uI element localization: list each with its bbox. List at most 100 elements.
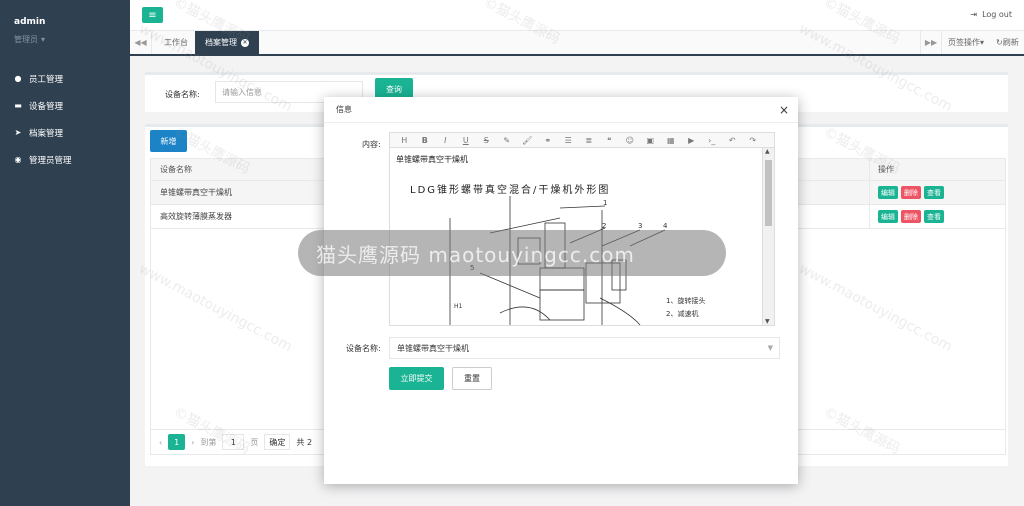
undo-icon[interactable]: ↶ — [722, 136, 743, 145]
sign-out-icon: ⇥ — [970, 10, 978, 19]
delete-button[interactable]: 删除 — [901, 186, 921, 199]
close-icon[interactable]: ✕ — [241, 38, 249, 47]
device-name-label: 设备名称: — [346, 344, 381, 353]
chevron-down-icon: ▼ — [767, 344, 773, 352]
refresh-button[interactable]: ↻ 刷新 — [996, 31, 1019, 54]
bold-icon[interactable]: B — [415, 136, 436, 145]
sidebar-item-label: 管理员管理 — [29, 155, 72, 166]
logout-label: Log out — [982, 10, 1012, 19]
sidebar-item-label: 档案管理 — [29, 128, 64, 139]
page-confirm-button[interactable]: 确定 — [264, 434, 291, 450]
sidebar-user: admin 管理员 ▾ — [0, 0, 130, 45]
figure-number: 1 — [603, 199, 607, 207]
modal-header: 信息 × — [324, 97, 798, 123]
editor-scrollbar[interactable]: ▲ ▼ — [762, 148, 774, 325]
tab-archives[interactable]: 档案管理 ✕ — [195, 31, 259, 54]
sidebar-item-staff[interactable]: ● 员工管理 — [0, 65, 130, 92]
align-icon[interactable]: ≣ — [579, 136, 600, 145]
figure-number: 4 — [663, 222, 668, 230]
list-icon[interactable]: ☰ — [558, 136, 579, 145]
redo-icon[interactable]: ↷ — [743, 136, 764, 145]
send-icon: ➤ — [14, 128, 22, 137]
info-modal: 信息 × 内容: H B I U S ✎ 🖌 ⚭ ☰ ≣ ❝ ☺ ▣ ▦ ▶ ›… — [324, 97, 798, 484]
prev-page-icon[interactable]: ‹ — [159, 438, 162, 447]
tabs-bar: ◀◀ 工作台 档案管理 ✕ ▶▶ 页签操作 ▾ ↻ 刷新 — [130, 31, 1024, 56]
page-unit: 页 — [250, 437, 259, 447]
add-button[interactable]: 新增 — [150, 130, 187, 152]
comments-icon: ▬ — [14, 101, 22, 110]
menu-toggle-button[interactable]: ≡ — [142, 7, 163, 23]
italic-icon[interactable]: I — [435, 136, 456, 145]
tabs-scroll-right-button[interactable]: ▶▶ — [920, 31, 942, 54]
sidebar-item-label: 员工管理 — [29, 74, 64, 85]
scroll-up-icon[interactable]: ▲ — [765, 148, 770, 155]
strikethrough-icon[interactable]: S — [476, 136, 497, 145]
tab-label: 工作台 — [164, 38, 188, 47]
pencil-icon[interactable]: ✎ — [497, 136, 518, 145]
rich-text-editor[interactable]: H B I U S ✎ 🖌 ⚭ ☰ ≣ ❝ ☺ ▣ ▦ ▶ ›_ ↶ ↷ 单锥螺… — [389, 132, 775, 326]
page-current[interactable]: 1 — [168, 434, 186, 450]
image-icon[interactable]: ▣ — [640, 136, 661, 145]
forward-icon: ▶▶ — [924, 38, 938, 47]
user-circle-icon: ◉ — [14, 155, 22, 164]
tab-workbench[interactable]: 工作台 — [154, 31, 198, 54]
top-bar: ≡ ⇥ Log out — [130, 0, 1024, 31]
user-role-label: 管理员 — [14, 35, 38, 44]
user-role-dropdown[interactable]: 管理员 ▾ — [14, 34, 130, 45]
figure-number: 3 — [638, 222, 642, 230]
tab-label: 档案管理 — [205, 38, 237, 47]
user-name: admin — [14, 17, 46, 27]
view-button[interactable]: 查看 — [924, 210, 944, 223]
page-total: 共 2 — [296, 437, 313, 447]
table-icon[interactable]: ▦ — [661, 136, 682, 145]
device-name-select[interactable]: 单锥螺带真空干燥机 ▼ — [389, 337, 780, 359]
edit-button[interactable]: 编辑 — [878, 210, 898, 223]
refresh-label: 刷新 — [1002, 38, 1019, 47]
sidebar-menu: ● 员工管理 ▬ 设备管理 ➤ 档案管理 ◉ 管理员管理 — [0, 65, 130, 173]
sidebar-item-admins[interactable]: ◉ 管理员管理 — [0, 146, 130, 173]
figure-note: 1、旋转接头 — [666, 296, 705, 305]
brush-icon[interactable]: 🖌 — [517, 136, 538, 145]
quote-icon[interactable]: ❝ — [599, 136, 620, 145]
underline-icon[interactable]: U — [456, 136, 477, 145]
edit-button[interactable]: 编辑 — [878, 186, 898, 199]
dimension-label: H1 — [454, 303, 463, 310]
link-icon[interactable]: ⚭ — [538, 136, 559, 145]
bars-icon: ≡ — [148, 9, 157, 21]
modal-title: 信息 — [336, 105, 352, 114]
sidebar: admin 管理员 ▾ ● 员工管理 ▬ 设备管理 ➤ 档案管理 ◉ 管理员管理 — [0, 0, 130, 506]
next-page-icon[interactable]: › — [191, 438, 194, 447]
row-name: 单锥螺带真空干燥机 — [160, 188, 232, 197]
header-name: 设备名称 — [160, 165, 192, 174]
close-icon[interactable]: × — [779, 103, 789, 117]
video-icon[interactable]: ▶ — [681, 136, 702, 145]
logout-link[interactable]: ⇥ Log out — [970, 10, 1012, 19]
scroll-down-icon[interactable]: ▼ — [765, 318, 770, 325]
heading-icon[interactable]: H — [394, 136, 415, 145]
scrollbar-thumb[interactable] — [765, 160, 772, 226]
row-name: 高效旋转薄膜蒸发器 — [160, 212, 232, 221]
caret-down-icon: ▾ — [980, 38, 985, 47]
refresh-icon: ↻ — [996, 38, 1003, 47]
user-icon: ● — [14, 74, 22, 83]
view-button[interactable]: 查看 — [924, 186, 944, 199]
tabs-scroll-left-button[interactable]: ◀◀ — [130, 31, 152, 54]
watermark-pill: 猫头鹰源码 maotouyingcc.com — [298, 230, 726, 276]
sidebar-item-devices[interactable]: ▬ 设备管理 — [0, 92, 130, 119]
emoji-icon[interactable]: ☺ — [620, 136, 641, 145]
sidebar-item-label: 设备管理 — [29, 101, 64, 112]
sidebar-item-archives[interactable]: ➤ 档案管理 — [0, 119, 130, 146]
goto-label: 到第 — [200, 437, 217, 447]
figure-number: 2 — [602, 222, 606, 230]
editor-toolbar: H B I U S ✎ 🖌 ⚭ ☰ ≣ ❝ ☺ ▣ ▦ ▶ ›_ ↶ ↷ — [390, 133, 774, 148]
device-name-value: 单锥螺带真空干燥机 — [397, 343, 469, 353]
backward-icon: ◀◀ — [134, 38, 147, 47]
page-input[interactable]: 1 — [222, 434, 245, 450]
delete-button[interactable]: 删除 — [901, 210, 921, 223]
header-ops: 操作 — [869, 159, 894, 180]
submit-button[interactable]: 立即提交 — [389, 367, 444, 390]
page-ops-label: 页签操作 — [948, 38, 980, 47]
code-icon[interactable]: ›_ — [702, 136, 723, 145]
reset-button[interactable]: 重置 — [452, 367, 492, 390]
page-ops-dropdown[interactable]: 页签操作 ▾ — [948, 31, 984, 54]
